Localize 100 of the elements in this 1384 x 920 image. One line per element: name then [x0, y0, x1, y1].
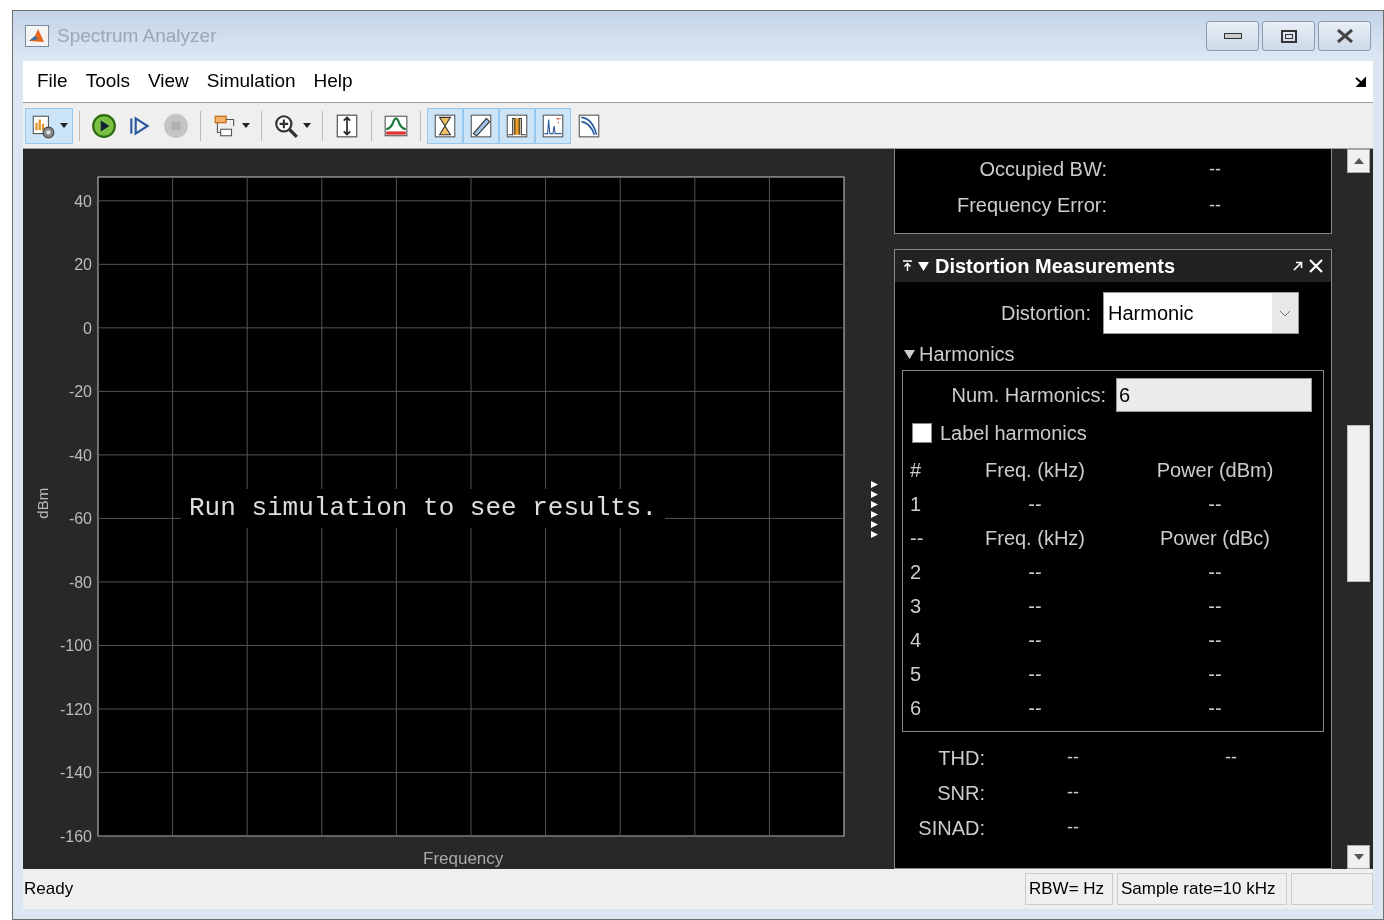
x-axis-label: Frequency — [423, 848, 504, 870]
toolbar-button[interactable] — [427, 107, 463, 144]
menu-item[interactable]: File — [28, 67, 77, 96]
table-cell-text: 6 — [910, 696, 923, 721]
table-cell-text: -- — [1027, 492, 1043, 517]
y-tick-label: 40 — [74, 192, 92, 210]
table-cell-text: 4 — [910, 628, 923, 653]
harmonics-input[interactable]: 6 — [1116, 378, 1312, 412]
y-tick-label: -80 — [68, 573, 92, 591]
y-tick-label: -160 — [59, 828, 92, 845]
toolbar-button[interactable] — [499, 107, 535, 144]
y-tick-label: -120 — [59, 700, 92, 718]
y-tick-label: -20 — [68, 383, 92, 401]
field-label: Num. Harmonics: — [950, 383, 1107, 408]
expand-triangle-icon[interactable] — [904, 349, 915, 359]
channel-measurements-icon — [504, 112, 530, 139]
ccdf-icon — [576, 112, 602, 139]
undock-arrow-icon[interactable] — [1355, 75, 1367, 88]
measurement-value: -- — [1209, 193, 1221, 217]
checkbox[interactable] — [912, 423, 932, 443]
table-cell-text: Power (dBm) — [1155, 458, 1275, 483]
y-tick-label: 0 — [83, 319, 92, 337]
close-button[interactable] — [1318, 21, 1371, 51]
panel-title: Distortion Measurements — [935, 254, 1176, 279]
caret-icon — [242, 123, 250, 128]
table-cell-text: -- — [1027, 628, 1043, 653]
close-icon[interactable] — [1309, 259, 1323, 273]
table-cell-text: 1 — [910, 492, 923, 517]
table-cell-text: Freq. (kHz) — [984, 458, 1086, 483]
ruler-icon — [468, 112, 494, 139]
measurement-label: SINAD: — [917, 815, 985, 841]
table-cell-text: -- — [1027, 560, 1043, 585]
menu-item[interactable]: Tools — [76, 67, 139, 96]
table-cell-text: -- — [1207, 492, 1223, 517]
table-cell-text: 5 — [910, 662, 923, 687]
scroll-up-button[interactable] — [1347, 149, 1370, 173]
table-cell-text: -- — [1027, 662, 1043, 687]
caret-icon — [60, 123, 68, 128]
table-cell-text: -- — [1207, 662, 1223, 687]
field-label: Distortion: — [999, 301, 1092, 326]
scrollbar-thumb[interactable] — [1347, 425, 1370, 582]
minimize-button[interactable] — [1206, 21, 1259, 51]
measurement-value: -- — [1067, 781, 1080, 804]
y-tick-label: -60 — [68, 510, 92, 528]
zoom-in-icon — [273, 112, 299, 139]
table-cell-text: -- — [1207, 628, 1223, 653]
pin-icon[interactable] — [903, 260, 912, 272]
run-icon — [91, 112, 117, 139]
down-arrow-icon — [1353, 854, 1364, 860]
caret-icon — [303, 123, 311, 128]
peak-finder-icon — [432, 112, 458, 139]
table-cell-text: -- — [1207, 594, 1223, 619]
measurement-label: THD: — [937, 745, 985, 771]
up-arrow-icon — [1353, 158, 1364, 164]
table-cell-text: -- — [910, 526, 925, 551]
table-cell-text: # — [910, 458, 923, 483]
y-tick-label: -140 — [59, 764, 92, 782]
maximize-button[interactable] — [1262, 21, 1315, 51]
menu-item[interactable]: View — [139, 67, 198, 96]
section-label: Harmonics — [919, 342, 1015, 367]
table-cell-text: Power (dBc) — [1159, 526, 1271, 551]
measurement-value: -- — [1225, 746, 1238, 769]
toolbar-button[interactable] — [25, 107, 73, 144]
checkbox-label: Label harmonics — [940, 421, 1087, 446]
table-cell-text: 2 — [910, 560, 923, 585]
toolbar-button[interactable] — [535, 107, 571, 144]
table-cell-text: -- — [1027, 696, 1043, 721]
y-tick-label: -100 — [59, 637, 92, 655]
table-cell-text: -- — [1207, 696, 1223, 721]
status-text: Ready — [23, 878, 74, 901]
y-axis-label: dBm — [33, 487, 53, 519]
menu-item[interactable]: Help — [304, 67, 362, 96]
table-cell-text: -- — [1207, 560, 1223, 585]
close-icon — [1335, 29, 1354, 43]
table-cell-text: -- — [1027, 594, 1043, 619]
scroll-down-button[interactable] — [1347, 845, 1370, 869]
table-cell-text: 3 — [910, 594, 923, 619]
status-field: RBW= Hz — [1025, 873, 1113, 905]
measurement-value: -- — [1067, 816, 1080, 839]
chevron-down-icon — [1279, 309, 1291, 317]
measurement-label: Occupied BW: — [978, 157, 1107, 182]
measurement-label: SNR: — [936, 780, 985, 806]
distortion-dropdown[interactable]: Harmonic — [1103, 292, 1299, 334]
toolbar-button[interactable] — [463, 107, 499, 144]
plot-message: Run simulation to see results. — [181, 489, 666, 528]
y-tick-label: 20 — [74, 256, 92, 274]
menu-item[interactable]: Simulation — [197, 67, 305, 96]
y-tick-label: -40 — [68, 446, 92, 464]
measurement-value: -- — [1209, 157, 1221, 181]
distortion-measurements-icon — [540, 112, 566, 139]
undock-icon[interactable] — [1293, 261, 1303, 271]
table-cell-text: Freq. (kHz) — [984, 526, 1086, 551]
status-field: Sample rate=10 kHz — [1117, 873, 1287, 905]
scale-axes-icon — [334, 112, 360, 139]
measurement-value: -- — [1067, 746, 1080, 769]
measurement-label: Frequency Error: — [955, 193, 1107, 218]
collapse-triangle-icon[interactable] — [918, 261, 929, 271]
app-icon — [25, 25, 49, 47]
stop-icon — [163, 112, 189, 139]
window-title: Spectrum Analyzer — [57, 23, 217, 48]
